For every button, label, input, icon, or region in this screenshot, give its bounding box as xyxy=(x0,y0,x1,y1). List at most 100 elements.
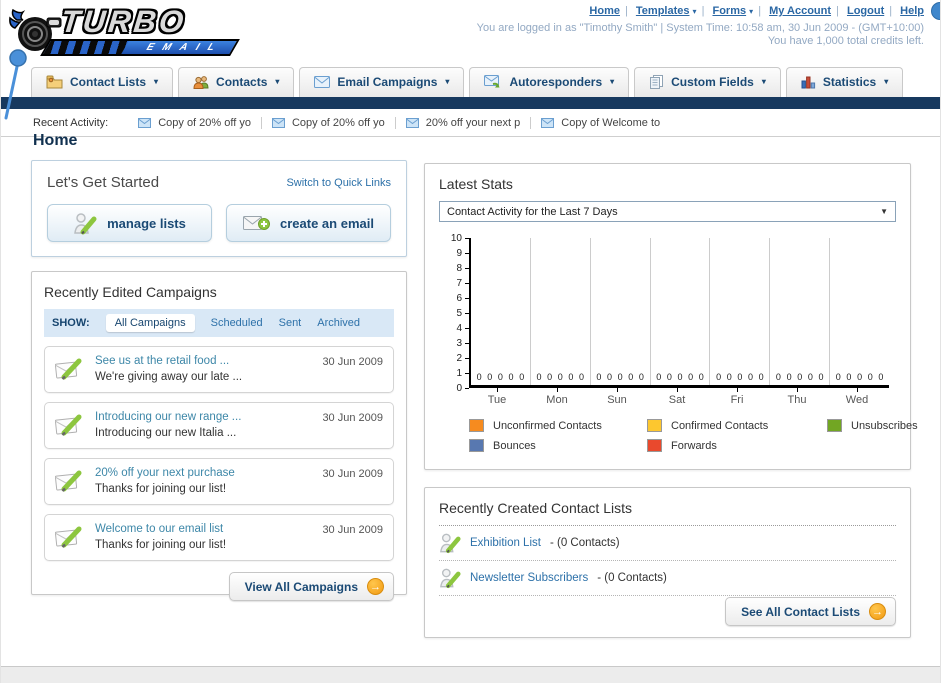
campaign-row[interactable]: See us at the retail food ... We're givi… xyxy=(44,346,394,393)
see-all-contact-lists-button[interactable]: See All Contact Lists → xyxy=(725,597,896,626)
y-axis-label: 10 xyxy=(451,233,469,244)
y-axis-label: 8 xyxy=(456,263,469,274)
logo-title: TURBO xyxy=(59,4,189,39)
tab-contacts[interactable]: Contacts ▾ xyxy=(178,67,295,97)
chart-legend: Unconfirmed Contacts Confirmed Contacts Un… xyxy=(469,419,918,452)
users-icon xyxy=(193,75,209,89)
nav-forms-link[interactable]: Forms xyxy=(712,5,746,17)
legend-swatch xyxy=(469,419,484,432)
campaign-title-link[interactable]: Introducing our new range ... xyxy=(95,411,322,423)
chevron-down-icon: ▼ xyxy=(880,207,888,216)
credits-info: You have 1,000 total credits left. xyxy=(767,35,924,47)
x-axis-label: Fri xyxy=(707,388,767,406)
x-axis-label: Sun xyxy=(587,388,647,406)
manage-lists-label: manage lists xyxy=(107,215,186,231)
nav-logout-link[interactable]: Logout xyxy=(847,5,884,17)
stats-period-select[interactable]: Contact Activity for the Last 7 Days ▼ xyxy=(439,201,896,222)
contact-list-item[interactable]: Newsletter Subscribers - (0 Contacts) xyxy=(439,561,896,596)
y-axis-label: 3 xyxy=(456,338,469,349)
nav-home-link[interactable]: Home xyxy=(589,5,620,17)
campaign-date: 30 Jun 2009 xyxy=(322,524,383,536)
view-all-campaigns-label: View All Campaigns xyxy=(244,579,358,594)
x-axis-label: Wed xyxy=(827,388,887,406)
contact-list-link[interactable]: Newsletter Subscribers xyxy=(470,572,588,584)
y-axis-label: 2 xyxy=(456,353,469,364)
create-email-button[interactable]: create an email xyxy=(226,204,391,242)
dropdown-arrow-icon: ▾ xyxy=(761,77,766,86)
campaign-row[interactable]: 20% off your next purchase Thanks for jo… xyxy=(44,458,394,505)
campaign-title-link[interactable]: Welcome to our email list xyxy=(95,523,322,535)
stats-selected-option: Contact Activity for the Last 7 Days xyxy=(447,205,618,218)
chart-value-labels: 00000 xyxy=(476,372,525,382)
campaign-title-link[interactable]: 20% off your next purchase xyxy=(95,467,322,479)
contact-list-link[interactable]: Exhibition List xyxy=(470,537,541,549)
dropdown-arrow-icon: ▾ xyxy=(275,77,280,86)
x-axis-label: Tue xyxy=(467,388,527,406)
recent-activity-item[interactable]: Copy of Welcome to xyxy=(531,117,670,129)
legend-item: Unconfirmed Contacts xyxy=(469,419,647,432)
dropdown-arrow-icon: ▾ xyxy=(610,77,615,86)
filter-all-campaigns[interactable]: All Campaigns xyxy=(105,314,195,332)
main-nav-tabs: Contact Lists ▾ Contacts ▾ Email Campaig… xyxy=(31,67,904,97)
tab-autoresponders[interactable]: Autoresponders ▾ xyxy=(469,67,630,97)
dropdown-arrow-icon: ▾ xyxy=(154,77,159,86)
app-logo: TURBO EMAIL xyxy=(9,4,254,62)
envelope-reply-icon xyxy=(484,75,500,88)
filter-sent[interactable]: Sent xyxy=(279,317,302,329)
view-all-campaigns-button[interactable]: View All Campaigns → xyxy=(228,572,394,601)
latest-stats-title: Latest Stats xyxy=(439,176,513,192)
chart-plot-area: 00000 00000 00000 00000 00000 00000 00000 xyxy=(469,238,889,388)
person-pencil-icon xyxy=(440,568,461,589)
campaign-row[interactable]: Introducing our new range ... Introducin… xyxy=(44,402,394,449)
contact-list-item[interactable]: Exhibition List - (0 Contacts) xyxy=(439,526,896,561)
legend-swatch xyxy=(469,439,484,452)
recent-activity-item[interactable]: 20% off your next p xyxy=(396,116,532,129)
campaign-row[interactable]: Welcome to our email list Thanks for joi… xyxy=(44,514,394,561)
legend-label: Unsubscribes xyxy=(851,419,918,432)
chart-day-column: 00000 xyxy=(591,238,651,385)
left-column: Let's Get Started Switch to Quick Links … xyxy=(31,160,407,601)
page-title: Home xyxy=(33,132,78,149)
campaign-date: 30 Jun 2009 xyxy=(322,412,383,424)
chart-value-labels: 00000 xyxy=(596,372,644,382)
dropdown-arrow-icon: ▾ xyxy=(692,7,697,16)
get-started-panel: Let's Get Started Switch to Quick Links … xyxy=(31,160,407,257)
switch-quick-links-link[interactable]: Switch to Quick Links xyxy=(286,177,391,189)
tab-email-campaigns[interactable]: Email Campaigns ▾ xyxy=(299,67,465,97)
campaign-date: 30 Jun 2009 xyxy=(322,356,383,368)
legend-item: Unsubscribes xyxy=(827,419,918,432)
tab-label: Statistics xyxy=(822,74,877,89)
x-axis-label: Mon xyxy=(527,388,587,406)
logo-banner: EMAIL xyxy=(40,39,240,56)
envelope-icon xyxy=(138,117,152,128)
recent-activity-item[interactable]: Copy of 20% off yo xyxy=(128,116,262,129)
tab-contact-lists[interactable]: Contact Lists ▾ xyxy=(31,67,174,97)
manage-lists-button[interactable]: manage lists xyxy=(47,204,212,242)
help-pin-icon xyxy=(931,2,940,20)
envelope-pencil-icon xyxy=(55,414,82,436)
tab-statistics[interactable]: Statistics ▾ xyxy=(785,67,904,97)
legend-label: Unconfirmed Contacts xyxy=(493,419,602,432)
nav-my-account-link[interactable]: My Account xyxy=(769,5,831,17)
legend-swatch xyxy=(647,419,662,432)
recent-activity-bar: Recent Activity: Copy of 20% off yo Copy… xyxy=(1,109,940,137)
envelope-pencil-icon xyxy=(55,526,82,548)
nav-templates-link[interactable]: Templates xyxy=(636,5,690,17)
logo-subtitle: EMAIL xyxy=(143,42,227,53)
tab-label: Contact Lists xyxy=(70,74,147,89)
show-label: SHOW: xyxy=(52,317,90,329)
create-email-label: create an email xyxy=(280,215,374,231)
tab-custom-fields[interactable]: Custom Fields ▾ xyxy=(634,67,781,97)
campaign-subtitle: Introducing our new Italia ... xyxy=(95,426,237,439)
legend-swatch xyxy=(647,439,662,452)
arrow-right-icon: → xyxy=(367,578,384,595)
filter-scheduled[interactable]: Scheduled xyxy=(211,317,263,329)
chart-value-labels: 00000 xyxy=(656,372,704,382)
chart-value-labels: 00000 xyxy=(716,372,764,382)
recent-activity-item[interactable]: Copy of 20% off yo xyxy=(262,116,396,129)
envelope-pencil-icon xyxy=(55,470,82,492)
nav-help-link[interactable]: Help xyxy=(900,5,924,17)
dropdown-arrow-icon: ▾ xyxy=(884,77,889,86)
filter-archived[interactable]: Archived xyxy=(317,317,360,329)
campaign-title-link[interactable]: See us at the retail food ... xyxy=(95,355,322,367)
